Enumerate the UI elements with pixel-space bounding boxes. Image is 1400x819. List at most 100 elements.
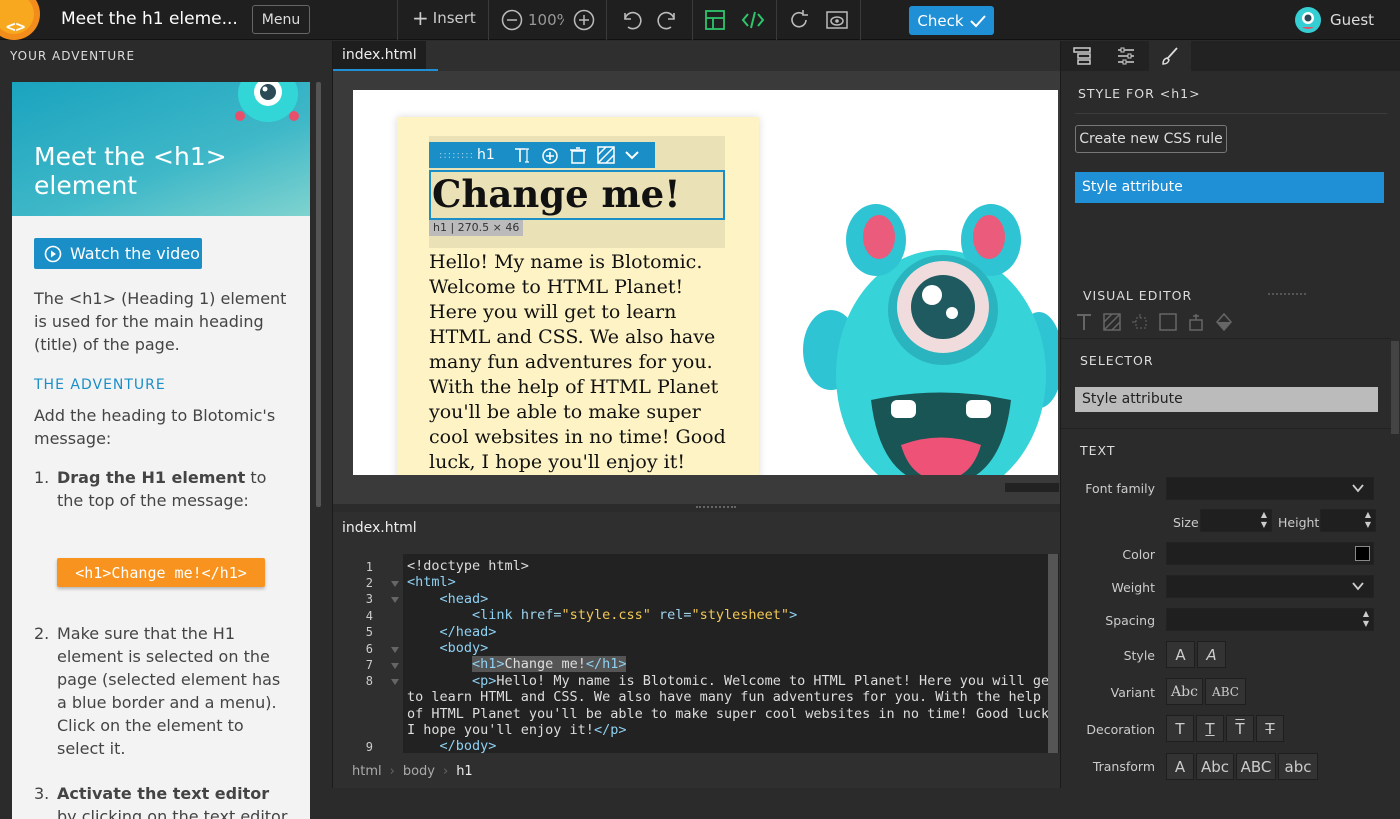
font-style-options: A A	[1166, 641, 1228, 668]
fold-arrow-icon[interactable]	[391, 597, 399, 603]
code-view-icon[interactable]	[741, 8, 765, 32]
style-normal-button[interactable]: A	[1166, 641, 1195, 668]
message-paragraph[interactable]: Hello! My name is Blotomic. Welcome to H…	[429, 250, 729, 475]
tab-attributes[interactable]	[1107, 41, 1145, 71]
code-content[interactable]: <!doctype html> <html> <head> <link href…	[407, 558, 1057, 753]
chevron-down-icon[interactable]	[625, 150, 639, 160]
transform-uppercase-button[interactable]: ABC	[1236, 753, 1276, 780]
sliders-icon	[1116, 47, 1136, 65]
line-number: 9	[365, 740, 373, 753]
text-edit-icon[interactable]	[513, 146, 533, 164]
check-button[interactable]: Check	[909, 6, 994, 35]
user-menu[interactable]: Guest	[1294, 6, 1374, 34]
drag-handle-icon[interactable]: ::::::::	[429, 150, 477, 161]
background-tool-icon[interactable]	[1103, 313, 1121, 331]
spacing-stepper[interactable]: ▲ ▼	[1166, 608, 1374, 631]
preview-scrollbar[interactable]	[1005, 483, 1059, 492]
redo-icon[interactable]	[656, 8, 680, 32]
step-bold: Activate the text editor	[57, 784, 270, 803]
font-family-select[interactable]	[1166, 477, 1374, 500]
code-line: <!doctype html>	[407, 558, 529, 574]
spacing-tool-icon[interactable]	[1131, 313, 1149, 331]
toolbar-divider	[397, 0, 398, 40]
background-pattern-icon[interactable]	[597, 146, 615, 164]
color-field[interactable]	[1166, 542, 1374, 565]
chevron-right-icon: ›	[442, 764, 449, 779]
toolbar-divider	[776, 0, 777, 40]
height-stepper[interactable]: ▲ ▼	[1320, 509, 1376, 532]
draggable-h1-element[interactable]: <h1>Change me!</h1>	[57, 558, 265, 587]
undo-icon[interactable]	[619, 8, 643, 32]
drag-handle-icon[interactable]	[1268, 293, 1306, 295]
add-element-icon[interactable]	[539, 145, 559, 165]
tab-editor-index-html[interactable]: index.html	[333, 514, 426, 544]
size-stepper[interactable]: ▲ ▼	[1200, 509, 1272, 532]
selector-field[interactable]: Style attribute	[1075, 387, 1378, 412]
style-for-heading: STYLE FOR <h1>	[1078, 86, 1201, 101]
breadcrumb-item[interactable]: h1	[456, 764, 473, 779]
weight-select[interactable]	[1166, 575, 1374, 598]
delete-icon[interactable]	[569, 146, 587, 164]
refresh-icon[interactable]	[787, 8, 811, 32]
transform-none-button[interactable]: A	[1166, 753, 1194, 780]
stepper-arrows-icon[interactable]: ▲ ▼	[1261, 510, 1267, 530]
menu-button[interactable]: Menu	[252, 5, 310, 34]
insert-button[interactable]: + Insert	[412, 8, 476, 28]
fold-arrow-icon[interactable]	[391, 647, 399, 653]
stepper-arrows-icon[interactable]: ▲ ▼	[1365, 510, 1371, 530]
adventure-scrollbar[interactable]	[316, 82, 321, 507]
breadcrumb-item[interactable]: html	[352, 764, 382, 779]
tab-preview-index-html[interactable]: index.html	[333, 41, 426, 71]
watch-video-button[interactable]: Watch the video	[34, 238, 202, 269]
decoration-strikethrough-button[interactable]: T	[1256, 715, 1284, 742]
transform-lowercase-button[interactable]: abc	[1278, 753, 1318, 780]
style-panel-tabs	[1061, 41, 1400, 71]
divider	[1061, 428, 1391, 429]
panel-splitter[interactable]	[333, 504, 1060, 512]
lesson-card: Meet the <h1> element Watch the video Th…	[12, 82, 310, 819]
zoom-out-icon[interactable]	[500, 8, 524, 32]
step-rest: by clicking on the text editor	[57, 807, 288, 819]
decoration-overline-button[interactable]: T	[1226, 715, 1254, 742]
visual-editor-heading: VISUAL EDITOR	[1083, 288, 1193, 303]
layout-view-icon[interactable]	[703, 8, 727, 32]
lesson-title-heading: Meet the <h1> element	[34, 142, 227, 200]
create-css-rule-button[interactable]: Create new CSS rule	[1075, 125, 1227, 153]
transform-capitalize-button[interactable]: Abc	[1196, 753, 1234, 780]
decoration-label: Decoration	[1086, 722, 1155, 737]
style-attribute-option[interactable]: Style attribute	[1075, 172, 1384, 203]
line-number: 3	[365, 592, 373, 606]
color-swatch[interactable]	[1355, 546, 1370, 561]
toolbar-divider	[692, 0, 693, 40]
position-tool-icon[interactable]	[1187, 313, 1205, 331]
fold-arrow-icon[interactable]	[391, 663, 399, 669]
tab-structure[interactable]	[1063, 41, 1101, 71]
step-number: 1.	[34, 468, 50, 487]
app-logo[interactable]: <>	[0, 0, 42, 40]
preview-eye-icon[interactable]	[825, 8, 849, 32]
stepper-arrows-icon[interactable]: ▲ ▼	[1363, 609, 1369, 629]
text-tool-icon[interactable]	[1075, 313, 1093, 331]
decoration-none-button[interactable]: T	[1166, 715, 1194, 742]
selected-h1-heading[interactable]: Change me!	[429, 170, 725, 220]
fold-arrow-icon[interactable]	[391, 679, 399, 685]
variant-normal-button[interactable]: Abc	[1166, 678, 1203, 705]
adventure-panel-header: YOUR ADVENTURE	[10, 49, 136, 63]
variant-small-caps-button[interactable]: ABC	[1205, 678, 1246, 705]
code-line: <body>	[439, 640, 489, 657]
adventure-heading: THE ADVENTURE	[34, 377, 166, 393]
tab-style[interactable]	[1149, 41, 1191, 71]
style-panel-scrollbar[interactable]	[1391, 341, 1399, 434]
fold-arrow-icon[interactable]	[391, 581, 399, 587]
step-number: 2.	[34, 624, 50, 643]
effects-tool-icon[interactable]	[1215, 313, 1233, 331]
toolbar-divider	[606, 0, 607, 40]
breadcrumb-item[interactable]: body	[403, 764, 435, 779]
code-editor[interactable]: 1 2 3 4 5 6 7 8 9 <!doctype html> <html>…	[343, 554, 1059, 753]
decoration-underline-button[interactable]: T	[1196, 715, 1224, 742]
chevron-down-icon	[1351, 579, 1365, 593]
style-italic-button[interactable]: A	[1197, 641, 1226, 668]
height-label: Height	[1278, 515, 1320, 530]
border-tool-icon[interactable]	[1159, 313, 1177, 331]
zoom-in-icon[interactable]	[572, 8, 596, 32]
